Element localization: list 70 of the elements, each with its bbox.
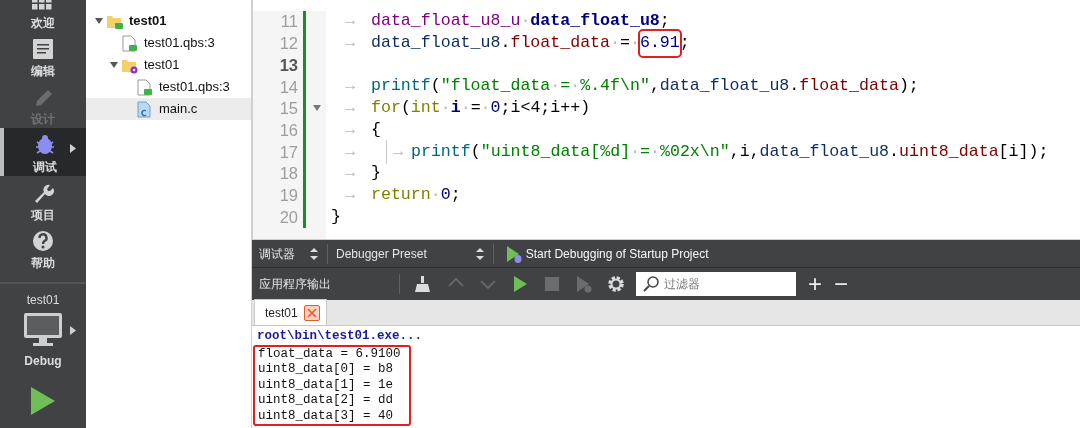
- filter-field[interactable]: 过滤器: [636, 272, 796, 296]
- project-name: test01: [25, 292, 61, 308]
- code-line: → {: [344, 119, 382, 141]
- file-icon: [136, 100, 153, 118]
- line-number: 12: [279, 33, 298, 55]
- mode-button[interactable]: 项目: [0, 176, 86, 224]
- kit-selector[interactable]: Debug: [0, 312, 86, 370]
- close-icon: [306, 307, 317, 318]
- play-icon: [511, 275, 529, 293]
- tree-item[interactable]: test01: [86, 54, 251, 76]
- line-number: 18: [279, 163, 298, 185]
- start-debugging-button[interactable]: Start Debugging of Startup Project: [501, 239, 713, 268]
- fold-arrow-icon[interactable]: [313, 104, 321, 111]
- play-icon: [30, 386, 56, 416]
- output-line: float_data = 6.9100: [258, 346, 401, 362]
- monitor-icon: [23, 312, 63, 348]
- line-number: 14: [279, 76, 298, 98]
- line-number: 19: [279, 184, 298, 206]
- settings-icon: [607, 275, 625, 293]
- code-line: → data_float_u8_u·data_float_u8;: [344, 11, 671, 33]
- debugger-label: 调试器: [259, 245, 295, 263]
- tree-item[interactable]: main.c: [86, 98, 251, 120]
- preset-dropdown[interactable]: Debugger Preset: [336, 244, 427, 263]
- line-number: 20: [279, 206, 298, 228]
- line-number: 17: [279, 141, 298, 163]
- tree-item[interactable]: test01: [86, 10, 251, 32]
- dropdown-icon[interactable]: [309, 246, 319, 261]
- code-line: → → printf("uint8_data[%d]·=·%02x\n",i,data_float_u8.uint8_data[i]);: [331, 141, 1049, 163]
- file-icon: [121, 34, 138, 52]
- output-line: root\bin\test01.exe...: [257, 329, 424, 345]
- line-number: 16: [279, 119, 298, 141]
- mode-button[interactable]: 帮助: [0, 224, 86, 272]
- mode-button[interactable]: 调试: [0, 128, 86, 176]
- tree-item[interactable]: test01.qbs:3: [86, 76, 251, 98]
- code-line: → printf("float_data·=·%.4f\n",data_float_u8.float_data);: [344, 76, 920, 98]
- debug-play-icon: [505, 244, 522, 263]
- code-line: → data_float_u8.float_data·=·6.91;: [331, 32, 1049, 55]
- tree-item[interactable]: test01.qbs:3: [86, 32, 251, 54]
- close-button[interactable]: [303, 304, 320, 321]
- code-line: → }: [344, 162, 382, 185]
- line-number: 11: [280, 11, 298, 33]
- clean-icon: [415, 275, 433, 293]
- mode-button[interactable]: 欢迎: [0, 0, 86, 32]
- help-icon: [32, 230, 54, 252]
- output-line: uint8_data[2] = dd: [258, 393, 395, 409]
- code-line: → return·0;: [344, 184, 462, 206]
- stop-icon: [543, 275, 561, 293]
- expand-arrow-icon[interactable]: [95, 18, 103, 24]
- dropdown-icon[interactable]: [474, 246, 485, 261]
- mode-button[interactable]: 编辑: [0, 32, 86, 80]
- search-icon: [642, 275, 660, 293]
- code-line: }: [331, 206, 342, 228]
- zoom-out-button[interactable]: −: [828, 272, 855, 296]
- arrow-icon: [70, 144, 76, 153]
- file-icon: [136, 78, 153, 96]
- debug-play-icon: [575, 275, 593, 293]
- run-button[interactable]: [30, 386, 56, 416]
- output-line: uint8_data[3] = 40: [258, 408, 395, 424]
- pane-title: 应用程序输出: [259, 276, 332, 293]
- zoom-in-button[interactable]: +: [802, 272, 828, 296]
- output-line: uint8_data[1] = 1e: [258, 377, 395, 393]
- line-number: 15: [279, 98, 298, 120]
- document-icon: [32, 38, 54, 60]
- output-line: uint8_data[0] = b8: [258, 362, 395, 378]
- arrow-icon: [70, 326, 76, 335]
- code-line: → for(int·i·=·0;i<4;i++): [344, 97, 592, 120]
- output-tab[interactable]: test01: [254, 299, 327, 325]
- line-number: 13: [279, 54, 298, 76]
- expand-arrow-icon[interactable]: [110, 62, 118, 68]
- bug-icon: [34, 134, 56, 156]
